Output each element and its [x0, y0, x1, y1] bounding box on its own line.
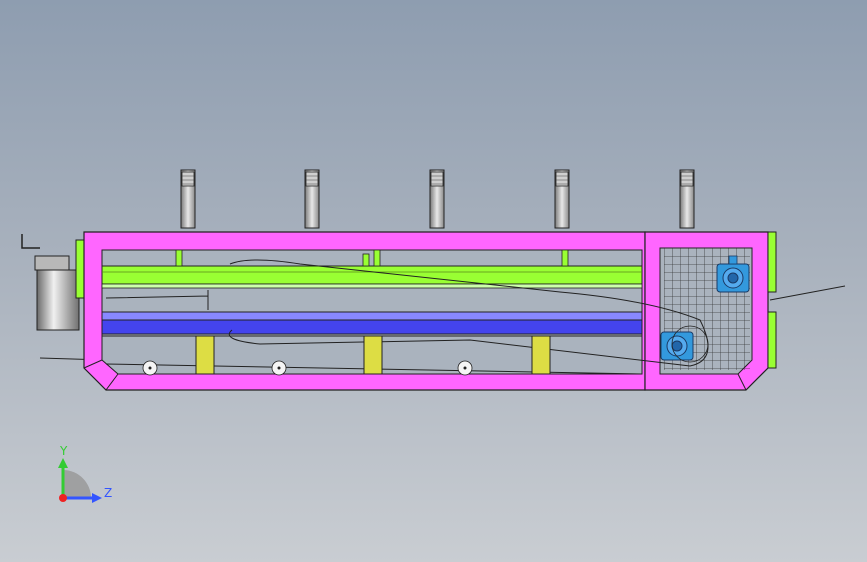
- roller: [554, 169, 570, 229]
- green-rail: [101, 265, 643, 289]
- roller: [304, 169, 320, 229]
- side-plate: [767, 231, 777, 293]
- z-axis-arrowhead: [92, 493, 102, 503]
- coordinate-triad: Y Z: [58, 444, 112, 503]
- roller: [679, 169, 695, 229]
- top-roller-row: [180, 169, 695, 229]
- pulley: [457, 360, 473, 376]
- cable-line: [769, 285, 846, 301]
- roller: [429, 169, 445, 229]
- bearing-lower: [660, 331, 694, 361]
- cad-viewport[interactable]: Y Z: [0, 0, 867, 562]
- triad-quadrant: [63, 470, 91, 498]
- z-axis-label: Z: [104, 486, 112, 500]
- blue-rail: [101, 311, 643, 337]
- y-axis-arrowhead: [58, 458, 68, 468]
- roller: [180, 169, 196, 229]
- triad-origin: [59, 494, 67, 502]
- pulley: [271, 360, 287, 376]
- pulley: [142, 360, 158, 376]
- y-axis-label: Y: [59, 444, 68, 458]
- drive-motor: [21, 234, 85, 331]
- side-plate: [767, 311, 777, 369]
